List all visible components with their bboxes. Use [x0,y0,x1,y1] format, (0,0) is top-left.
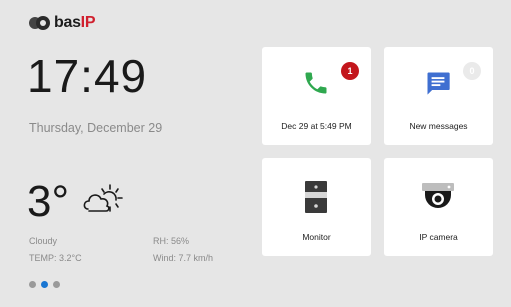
intercom-panel-icon [305,181,327,213]
page-dot[interactable] [53,281,60,288]
clock-time: 17:49 [27,50,148,102]
cloudy-sun-icon [83,184,123,212]
tile-monitor[interactable]: Monitor [262,158,371,256]
clock-date: Thursday, December 29 [29,121,163,135]
missed-calls-badge: 1 [341,62,359,80]
weather-temp-detail: TEMP: 3.2°C [29,253,82,263]
logo-mark-icon [29,16,51,30]
weather-wind: Wind: 7.7 km/h [153,253,214,263]
message-icon [427,72,450,95]
tile-ip-camera[interactable]: IP camera [384,158,493,256]
tile-monitor-label: Monitor [302,232,331,242]
tile-messages-label: New messages [409,121,468,131]
dome-camera-icon [422,183,454,208]
page-indicator[interactable] [29,281,60,288]
weather-temperature: 3° [27,177,70,226]
tile-calls[interactable]: 1 Dec 29 at 5:49 PM [262,47,371,145]
home-screen: basIP 17:49 Thursday, December 29 3° Clo… [0,0,511,307]
page-dot[interactable] [29,281,36,288]
logo-text: basIP [54,14,96,31]
bas-ip-logo: basIP [29,13,95,33]
page-dot-active[interactable] [41,281,48,288]
phone-icon [305,72,327,94]
weather-humidity: RH: 56% [153,236,190,246]
tile-messages[interactable]: 0 New messages [384,47,493,145]
tile-ip-camera-label: IP camera [419,232,458,242]
messages-badge: 0 [463,62,481,80]
tile-calls-label: Dec 29 at 5:49 PM [281,121,352,131]
weather-condition: Cloudy [29,236,58,246]
